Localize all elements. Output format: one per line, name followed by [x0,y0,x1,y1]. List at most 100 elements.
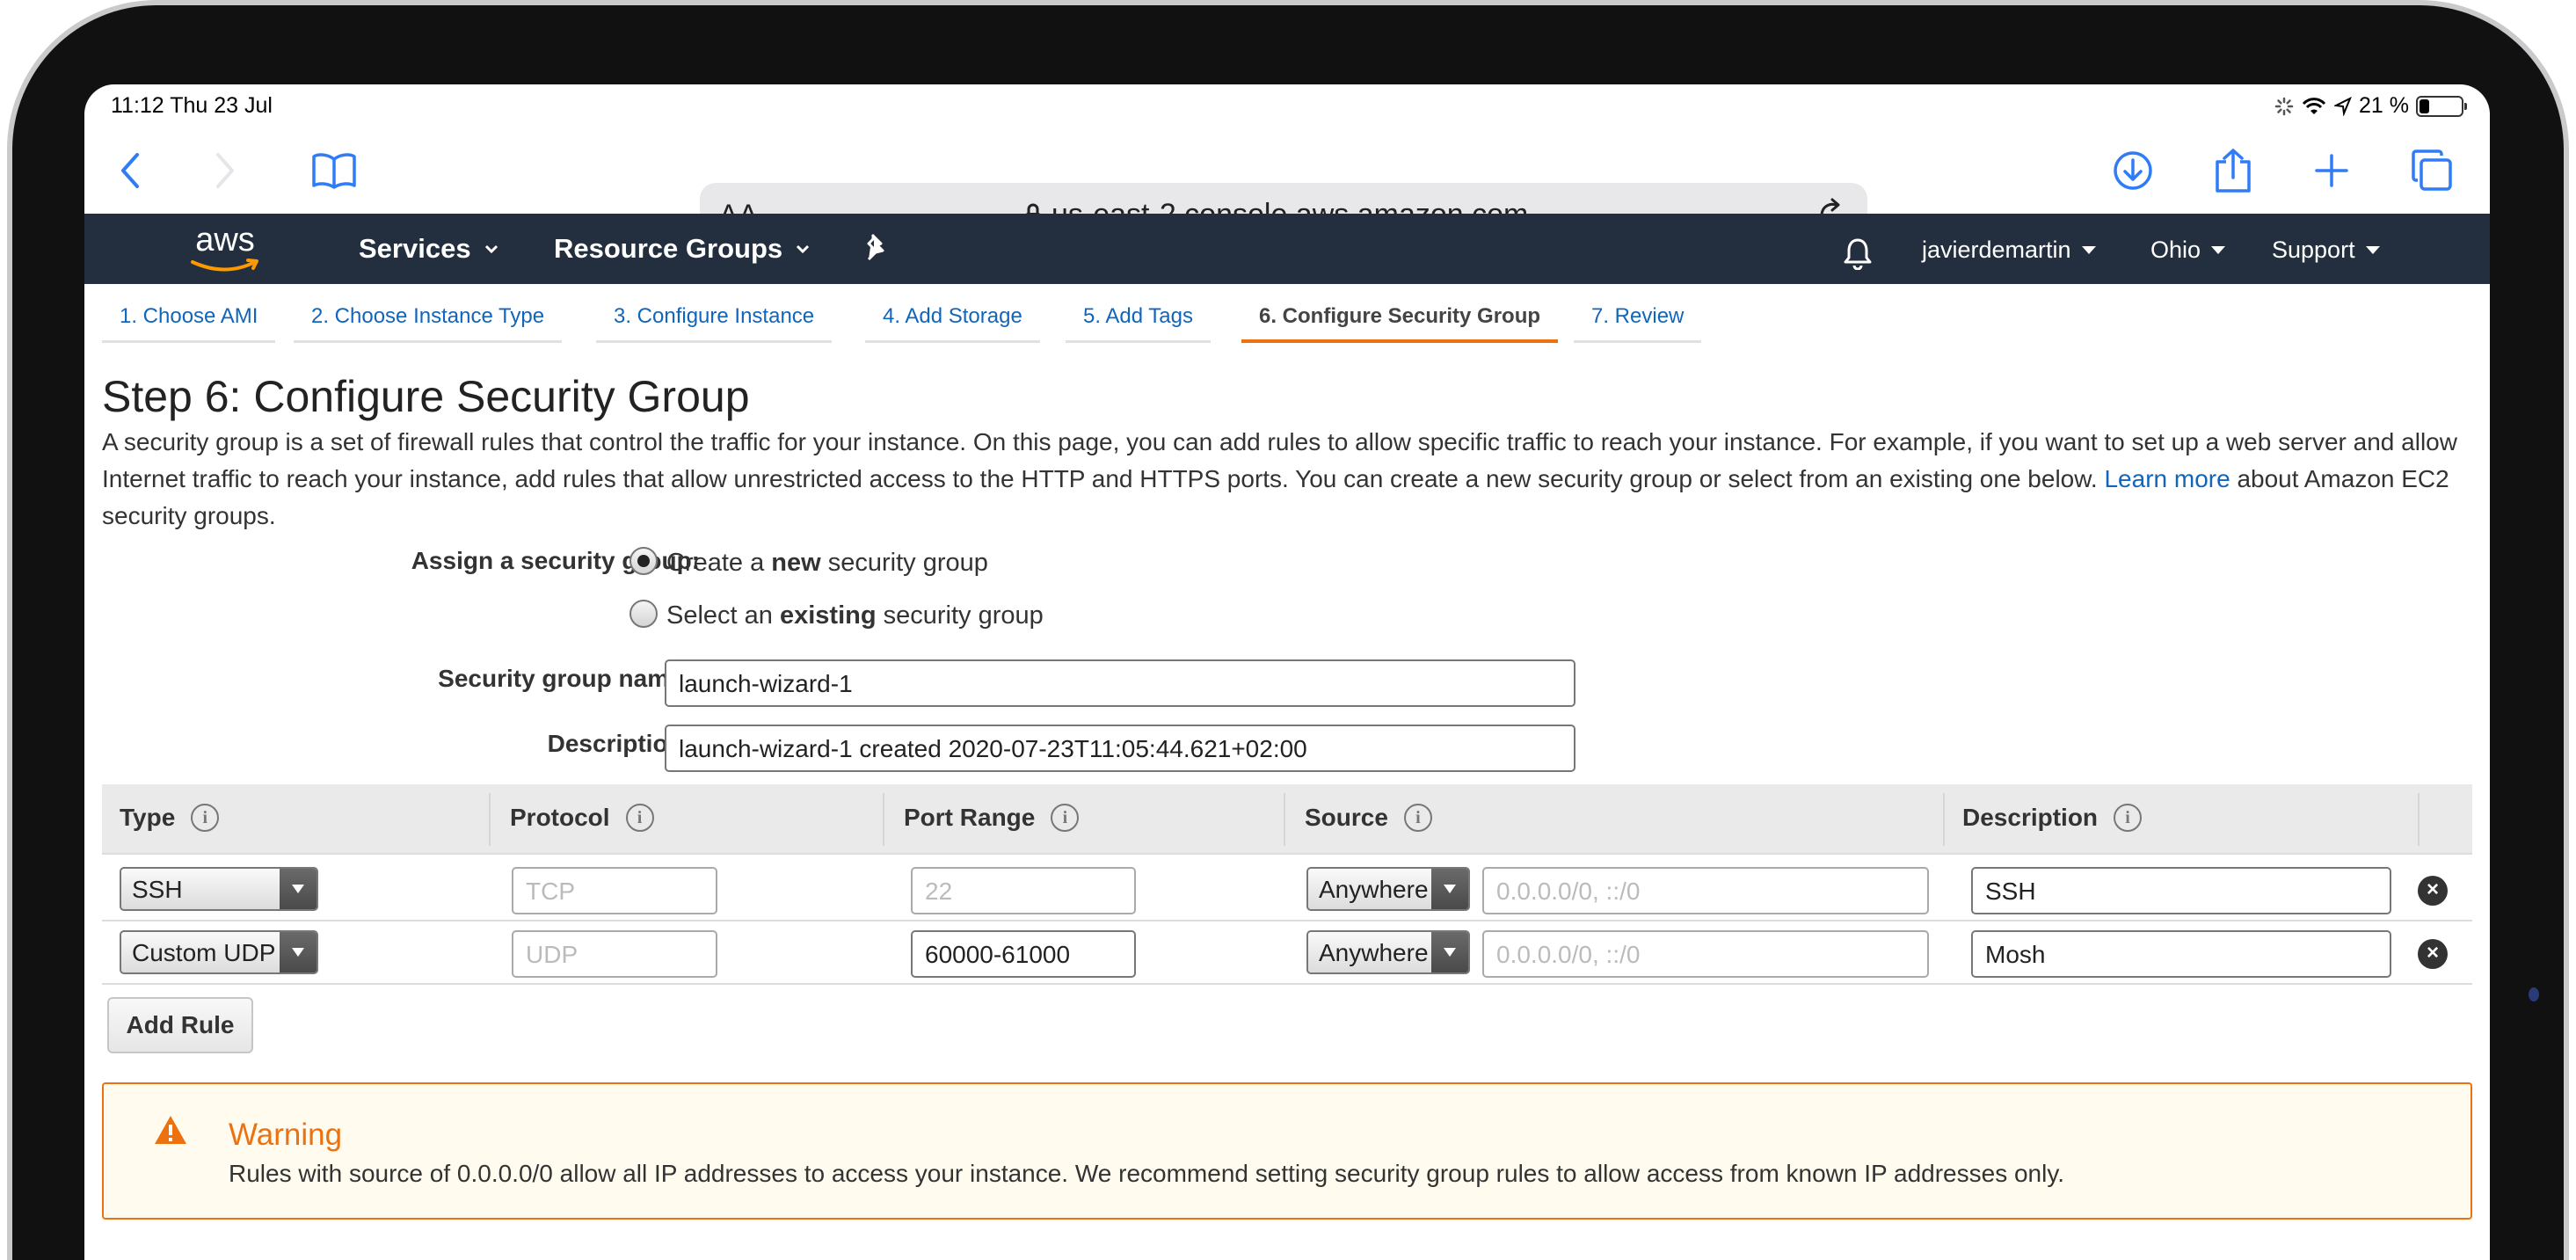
rule-type-value: SSH [132,876,183,903]
share-icon[interactable] [2207,144,2259,197]
browser-toolbar: AA us-east-2.console.aws.amazon.com [84,134,2490,246]
chevron-down-icon [1431,932,1468,972]
rule-description-input[interactable]: SSH [1971,867,2391,914]
tab-add-tags[interactable]: 5. Add Tags [1066,304,1211,343]
aws-logo-text: aws [195,222,255,259]
rule-type-select[interactable]: Custom UDP [120,930,318,974]
option-create-prefix: Create a [666,549,772,577]
radio-select-existing-label: Select an existing security group [666,601,1044,630]
download-icon[interactable] [2107,144,2159,197]
activity-icon [2274,97,2294,115]
services-menu[interactable]: Services [359,233,499,265]
add-rule-button[interactable]: Add Rule [107,997,253,1053]
info-icon[interactable]: i [1403,804,1432,832]
device-frame: 11:12 Thu 23 Jul 21 % aws Services Resou… [0,0,2576,1260]
caret-down-icon [2365,246,2380,254]
row-divider [102,983,2472,985]
rule-description-input[interactable]: Mosh [1971,930,2391,978]
tabs-icon[interactable] [2405,144,2458,197]
column-port-range: Port Range i [904,804,1080,832]
wifi-icon [2302,97,2326,114]
security-group-name-label: Security group name: [438,665,691,692]
aws-logo[interactable]: aws [190,222,260,275]
column-type: Type i [120,804,220,832]
column-source-label: Source [1305,804,1388,831]
info-icon[interactable]: i [625,804,654,832]
new-tab-icon[interactable] [2305,144,2358,197]
option-existing-suffix: security group [876,601,1044,630]
info-icon[interactable]: i [191,804,220,832]
camera-dot [2529,987,2539,1001]
chevron-down-icon [484,244,498,254]
status-bar: 11:12 Thu 23 Jul 21 % [84,84,2490,134]
tab-choose-ami[interactable]: 1. Choose AMI [102,304,276,343]
column-type-label: Type [120,804,176,831]
option-create-bold: new [771,549,821,577]
column-port-range-label: Port Range [904,804,1036,831]
security-group-name-input[interactable]: launch-wizard-1 [665,659,1575,707]
chevron-down-icon [280,932,317,972]
column-divider [1284,793,1285,846]
tab-add-storage[interactable]: 4. Add Storage [865,304,1040,343]
pin-icon[interactable] [863,233,888,261]
account-username: javierdemartin [1922,237,2071,263]
warning-text: Rules with source of 0.0.0.0/0 allow all… [229,1160,2065,1187]
caret-down-icon [2081,246,2096,254]
rule-port-range-field: 22 [911,867,1136,914]
forward-icon[interactable] [199,144,251,197]
rule-source-value: Anywhere [1319,939,1429,966]
support-label: Support [2272,237,2355,263]
tab-choose-instance-type[interactable]: 2. Choose Instance Type [294,304,563,343]
rule-cidr-input[interactable]: 0.0.0.0/0, ::/0 [1482,930,1929,978]
rule-source-select[interactable]: Anywhere [1306,930,1470,974]
bell-icon[interactable] [1843,237,1873,270]
remove-rule-icon[interactable]: × [2418,939,2448,969]
tab-review[interactable]: 7. Review [1574,304,1702,343]
back-icon[interactable] [104,144,156,197]
chevron-down-icon [280,869,317,909]
option-create-suffix: security group [820,549,988,577]
info-icon[interactable]: i [2114,804,2143,832]
tab-configure-security-group[interactable]: 6. Configure Security Group [1241,304,1559,343]
info-icon[interactable]: i [1051,804,1080,832]
learn-more-link[interactable]: Learn more [2104,465,2230,492]
account-menu[interactable]: javierdemartin [1922,237,2096,264]
radio-select-existing[interactable] [629,600,658,628]
resource-groups-label: Resource Groups [554,233,783,264]
bookmarks-icon[interactable] [308,144,360,197]
radio-create-new[interactable] [629,547,658,575]
battery-percent: 21 % [2359,93,2409,118]
column-divider [883,793,884,846]
warning-alert: Warning Rules with source of 0.0.0.0/0 a… [102,1082,2472,1220]
services-label: Services [359,233,471,264]
region-menu[interactable]: Ohio [2150,237,2226,264]
row-divider [102,920,2472,921]
caret-down-icon [2211,246,2226,254]
rule-type-select[interactable]: SSH [120,867,318,911]
warning-icon [155,1116,186,1144]
option-existing-prefix: Select an [666,601,780,630]
security-group-description-label: Description: [547,730,691,757]
column-divider [489,793,491,846]
rule-port-range-input[interactable]: 60000-61000 [911,930,1136,978]
tab-configure-instance[interactable]: 3. Configure Instance [596,304,833,343]
remove-rule-icon[interactable]: × [2418,876,2448,906]
location-icon [2334,96,2352,116]
radio-create-new-label: Create a new security group [666,549,988,578]
column-description: Description i [1962,804,2143,832]
battery-icon [2416,95,2467,117]
rules-table-header: Type i Protocol i Port Range i Source i Desc… [102,784,2472,855]
support-menu[interactable]: Support [2272,237,2380,264]
page-description: A security group is a set of firewall ru… [102,424,2476,535]
aws-top-nav: aws Services Resource Groups javierdemar… [84,214,2490,284]
security-group-description-input[interactable]: launch-wizard-1 created 2020-07-23T11:05… [665,725,1575,772]
resource-groups-menu[interactable]: Resource Groups [554,233,811,265]
chevron-down-icon [797,244,810,254]
rule-cidr-input[interactable]: 0.0.0.0/0, ::/0 [1482,867,1929,914]
aws-smile-icon [191,259,258,272]
column-divider [2418,793,2420,846]
rule-source-select[interactable]: Anywhere [1306,867,1470,911]
page-title: Step 6: Configure Security Group [102,372,750,421]
rule-type-value: Custom UDP [132,939,276,966]
column-divider [1943,793,1945,846]
